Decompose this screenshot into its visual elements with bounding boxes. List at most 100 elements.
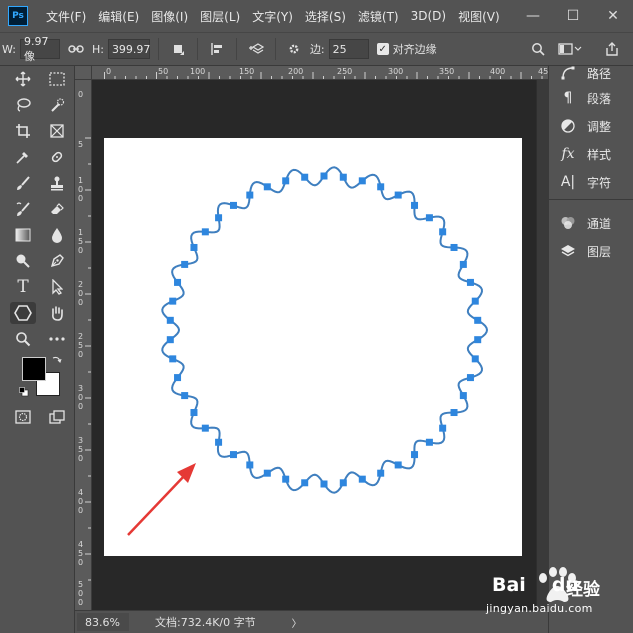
more-tools-icon[interactable]	[44, 328, 70, 350]
swap-colors-icon[interactable]	[52, 354, 62, 368]
anchor-point[interactable]	[466, 374, 474, 382]
anchor-point[interactable]	[450, 243, 458, 251]
gear-icon[interactable]	[284, 42, 304, 56]
anchor-point[interactable]	[320, 480, 328, 488]
menu-edit[interactable]: 编辑(E)	[98, 8, 139, 25]
anchor-point[interactable]	[474, 336, 482, 344]
anchor-point[interactable]	[459, 260, 467, 268]
panel-adjustments[interactable]: 调整	[559, 116, 611, 136]
lasso-tool-icon[interactable]	[10, 94, 36, 116]
anchor-point[interactable]	[169, 355, 177, 363]
align-edges-checkbox[interactable]: ✓	[376, 43, 389, 55]
menu-3d[interactable]: 3D(D)	[411, 9, 446, 23]
anchor-point[interactable]	[425, 214, 433, 222]
anchor-point[interactable]	[181, 392, 189, 400]
panel-layers[interactable]: 图层	[559, 241, 611, 261]
anchor-point[interactable]	[394, 461, 402, 469]
anchor-point[interactable]	[459, 392, 467, 400]
vertical-ruler[interactable]: 0 5 1 0 0 1 5 0 2 0 0 2 5 0 3 0 0 3 5 0 …	[75, 80, 92, 610]
anchor-point[interactable]	[282, 177, 290, 185]
panel-channels[interactable]: 通道	[559, 213, 611, 233]
width-field[interactable]: 9.97 像	[19, 35, 60, 63]
anchor-point[interactable]	[466, 278, 474, 286]
anchor-point[interactable]	[263, 469, 271, 477]
marquee-tool-icon[interactable]	[44, 68, 70, 90]
eyedropper-tool-icon[interactable]	[10, 146, 36, 168]
blur-tool-icon[interactable]	[44, 224, 70, 246]
anchor-point[interactable]	[301, 173, 309, 181]
anchor-point[interactable]	[439, 228, 447, 236]
anchor-point[interactable]	[229, 201, 237, 209]
anchor-point[interactable]	[174, 374, 182, 382]
hand-tool-icon[interactable]	[44, 302, 70, 324]
anchor-point[interactable]	[174, 278, 182, 286]
path-alignment-icon[interactable]	[206, 42, 228, 56]
anchor-point[interactable]	[411, 451, 419, 459]
anchor-point[interactable]	[201, 424, 209, 432]
panel-paragraph[interactable]: ¶ 段落	[559, 88, 611, 108]
search-icon[interactable]	[528, 42, 548, 56]
anchor-point[interactable]	[229, 451, 237, 459]
panel-character[interactable]: A| 字符	[559, 172, 611, 192]
panel-paths[interactable]: 路径	[559, 63, 611, 83]
polygon-tool-icon[interactable]	[10, 302, 36, 324]
canvas-workspace[interactable]	[92, 80, 548, 610]
anchor-point[interactable]	[439, 424, 447, 432]
share-icon[interactable]	[602, 42, 622, 56]
brush-tool-icon[interactable]	[10, 172, 36, 194]
anchor-point[interactable]	[215, 438, 223, 446]
anchor-point[interactable]	[377, 469, 385, 477]
close-button[interactable]: ✕	[593, 4, 633, 28]
maximize-button[interactable]: ☐	[553, 4, 593, 28]
anchor-point[interactable]	[358, 177, 366, 185]
minimize-button[interactable]: —	[513, 4, 553, 28]
menu-filter[interactable]: 滤镜(T)	[358, 8, 399, 25]
document-info[interactable]: 文档:732.4K/0 字节	[155, 614, 256, 630]
history-brush-tool-icon[interactable]	[10, 198, 36, 220]
anchor-point[interactable]	[394, 191, 402, 199]
anchor-point[interactable]	[471, 297, 479, 305]
anchor-point[interactable]	[201, 228, 209, 236]
anchor-point[interactable]	[425, 438, 433, 446]
menu-view[interactable]: 视图(V)	[458, 8, 500, 25]
clone-stamp-tool-icon[interactable]	[44, 172, 70, 194]
sides-field[interactable]: 25	[328, 39, 369, 59]
workspace-switcher-icon[interactable]	[556, 43, 584, 55]
anchor-point[interactable]	[339, 173, 347, 181]
frame-tool-icon[interactable]	[44, 120, 70, 142]
anchor-point[interactable]	[190, 409, 198, 417]
horizontal-ruler[interactable]: 0 50 100 150 200 250 300 350 400 450	[92, 66, 548, 80]
path-operations-icon[interactable]	[167, 42, 189, 56]
menu-image[interactable]: 图像(I)	[151, 8, 188, 25]
crop-tool-icon[interactable]	[10, 120, 36, 142]
quick-selection-tool-icon[interactable]	[44, 94, 70, 116]
menu-file[interactable]: 文件(F)	[46, 8, 86, 25]
anchor-point[interactable]	[411, 201, 419, 209]
eraser-tool-icon[interactable]	[44, 198, 70, 220]
anchor-point[interactable]	[358, 475, 366, 483]
wavy-circle-path[interactable]	[161, 166, 489, 494]
anchor-point[interactable]	[263, 183, 271, 191]
anchor-point[interactable]	[190, 243, 198, 251]
panel-styles[interactable]: fx 样式	[559, 144, 611, 164]
status-menu-arrow-icon[interactable]: 〉	[292, 615, 302, 630]
screen-mode-icon[interactable]	[44, 406, 70, 428]
dodge-tool-icon[interactable]	[10, 250, 36, 272]
zoom-tool-icon[interactable]	[10, 328, 36, 350]
anchor-point[interactable]	[471, 355, 479, 363]
anchor-point[interactable]	[166, 316, 174, 324]
move-tool-icon[interactable]	[10, 68, 36, 90]
photoshop-logo[interactable]: Ps	[8, 6, 28, 26]
menu-type[interactable]: 文字(Y)	[252, 8, 293, 25]
menu-select[interactable]: 选择(S)	[305, 8, 346, 25]
anchor-point[interactable]	[246, 461, 254, 469]
pen-tool-icon[interactable]	[44, 250, 70, 272]
menu-layer[interactable]: 图层(L)	[200, 8, 240, 25]
anchor-point[interactable]	[339, 479, 347, 487]
anchor-point[interactable]	[246, 191, 254, 199]
path-arrangement-icon[interactable]	[245, 42, 267, 56]
anchor-point[interactable]	[169, 297, 177, 305]
anchor-point[interactable]	[215, 214, 223, 222]
healing-brush-tool-icon[interactable]	[44, 146, 70, 168]
anchor-point[interactable]	[282, 475, 290, 483]
